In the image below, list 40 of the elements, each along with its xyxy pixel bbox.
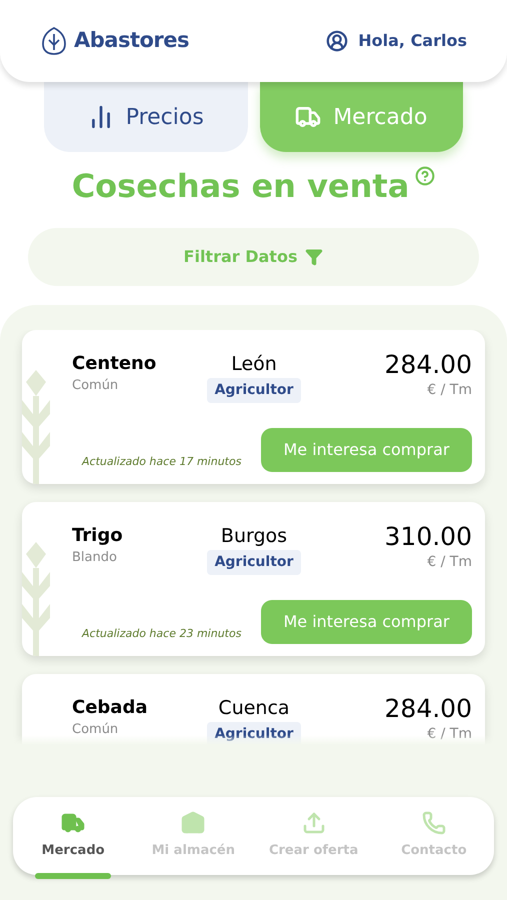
- page-title: Cosechas en venta: [72, 166, 410, 207]
- updated-time: Actualizado hace 17 minutos: [82, 454, 242, 470]
- crop-variety: Común: [72, 721, 120, 739]
- help-icon[interactable]: [415, 166, 436, 186]
- warehouse-icon: [181, 811, 206, 836]
- logo-icon: [40, 26, 68, 56]
- location: Burgos: [220, 524, 288, 548]
- location: Cuenca: [218, 696, 290, 720]
- price-unit: € / Tm: [427, 725, 472, 744]
- tab[interactable]: Precios: [44, 82, 248, 152]
- crop-variety: Blando: [72, 549, 118, 567]
- seller-badge: Agricultor: [206, 550, 302, 575]
- tab[interactable]: Mercado: [260, 82, 463, 152]
- nav-item[interactable]: Crear oferta: [254, 797, 374, 875]
- nav-item[interactable]: Mercado: [13, 797, 134, 875]
- crop-variety: Común: [72, 377, 120, 395]
- crop-name: Centeno: [72, 352, 156, 376]
- seller-badge: Agricultor: [206, 378, 302, 403]
- upload-icon: [302, 811, 326, 836]
- price-unit: € / Tm: [427, 553, 472, 572]
- crop-name: Cebada: [72, 696, 148, 720]
- price-unit: € / Tm: [427, 381, 472, 400]
- nav-item[interactable]: Contacto: [374, 797, 494, 875]
- phone-icon: [422, 811, 446, 836]
- updated-time: Actualizado hace 23 minutos: [82, 626, 242, 642]
- location: León: [231, 352, 277, 376]
- user-icon: [326, 30, 348, 52]
- filter-button[interactable]: Filtrar Datos: [28, 228, 479, 286]
- nav-item[interactable]: Mi almacén: [133, 797, 254, 875]
- price: 284.00: [384, 694, 472, 724]
- crop-name: Trigo: [72, 524, 123, 548]
- brand-name: Abastores: [74, 27, 190, 54]
- greeting: Hola, Carlos: [358, 30, 467, 52]
- seller-badge: Agricultor: [206, 722, 302, 745]
- price: 310.00: [384, 522, 472, 552]
- buy-button[interactable]: Me interesa comprar: [261, 428, 472, 472]
- filter-icon: [305, 248, 324, 266]
- price: 284.00: [384, 350, 472, 380]
- buy-button[interactable]: Me interesa comprar: [261, 600, 472, 644]
- truck-icon: [295, 104, 322, 130]
